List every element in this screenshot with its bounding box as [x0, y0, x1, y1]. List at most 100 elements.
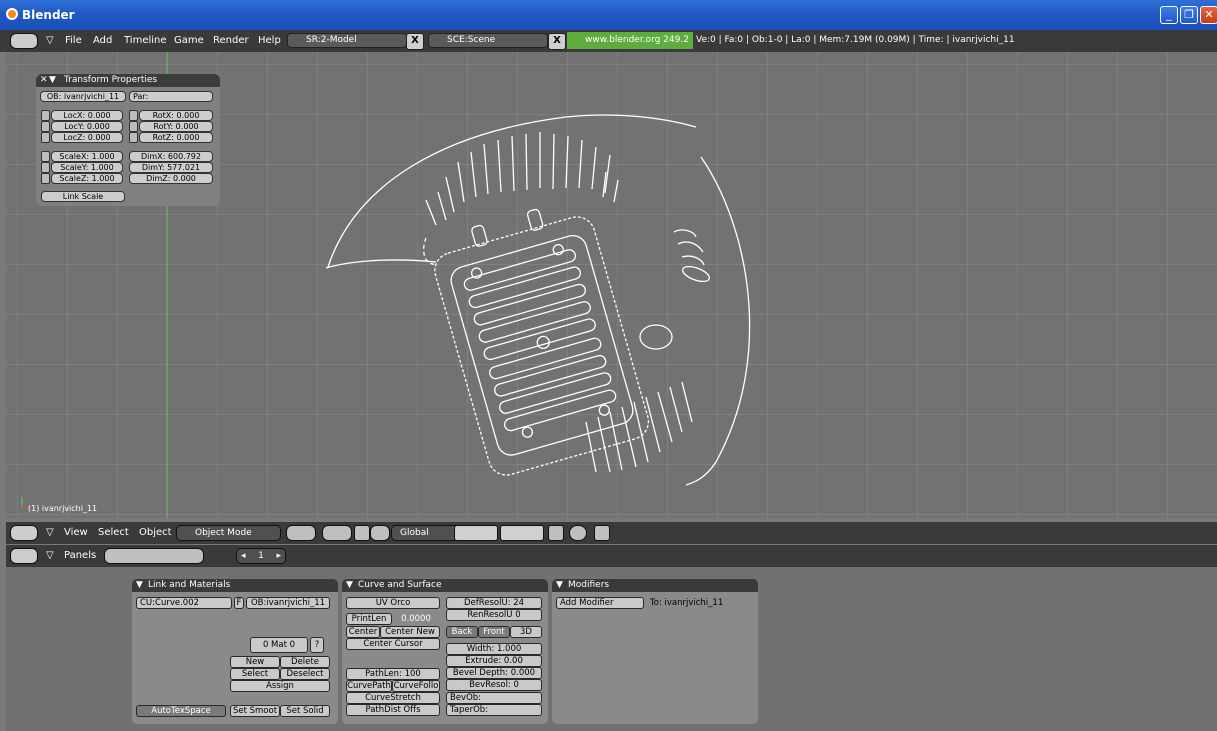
uv-orco-button[interactable]: UV Orco — [346, 597, 440, 609]
select-material-button[interactable]: Select — [230, 668, 280, 680]
orientation-selector[interactable]: Global — [391, 525, 463, 541]
lock-icon[interactable] — [129, 132, 138, 143]
bevel-depth-field[interactable]: Bevel Depth: 0.000 — [446, 667, 542, 679]
curvefollow-button[interactable]: CurveFollo — [392, 680, 440, 692]
set-smooth-button[interactable]: Set Smoot — [230, 705, 280, 717]
collapse-arrow-icon[interactable]: ▼ — [556, 579, 563, 592]
curvestretch-button[interactable]: CurveStretch — [346, 692, 440, 704]
view-window-type-icon[interactable] — [10, 525, 38, 541]
buttons-window-type-icon[interactable] — [10, 548, 38, 564]
curve-data-field[interactable]: CU:Curve.002 — [136, 597, 232, 609]
add-modifier-menu[interactable]: Add Modifier — [556, 597, 644, 609]
layer-buttons-1[interactable] — [454, 525, 498, 541]
menu-file[interactable]: File — [65, 35, 82, 46]
bevresol-field[interactable]: BevResol: 0 — [446, 679, 542, 691]
assign-material-button[interactable]: Assign — [230, 680, 330, 692]
pathlen-field[interactable]: PathLen: 100 — [346, 668, 440, 680]
dimy-field[interactable]: DimY: 577.021 — [129, 162, 213, 173]
menu-render[interactable]: Render — [213, 35, 249, 46]
lock-layers-icon[interactable] — [548, 525, 564, 541]
delete-material-button[interactable]: Delete — [280, 656, 330, 668]
context-tabs[interactable] — [104, 548, 204, 564]
taperob-field[interactable]: TaperOb: — [446, 704, 542, 716]
renresolu-field[interactable]: RenResolU 0 — [446, 609, 542, 621]
menu-game[interactable]: Game — [174, 35, 204, 46]
lock-icon[interactable] — [41, 110, 50, 121]
lock-icon[interactable] — [129, 110, 138, 121]
printlen-button[interactable]: PrintLen — [346, 613, 392, 625]
menu-add[interactable]: Add — [93, 35, 112, 46]
menu-timeline[interactable]: Timeline — [124, 35, 167, 46]
collapse-arrow-icon[interactable]: ▽ — [46, 35, 54, 46]
parent-field[interactable]: Par: — [129, 91, 213, 102]
menu-select[interactable]: Select — [98, 527, 129, 538]
fake-user-button[interactable]: F — [234, 597, 244, 609]
link-scale-button[interactable]: Link Scale — [41, 191, 125, 202]
info-window-type-icon[interactable] — [10, 33, 38, 49]
website-link[interactable]: www.blender.org 249.2 — [567, 32, 693, 49]
object-name-field[interactable]: OB: ivanrjvichi_11 — [40, 91, 126, 102]
width-field[interactable]: Width: 1.000 — [446, 643, 542, 655]
menu-view[interactable]: View — [64, 527, 88, 538]
front-toggle[interactable]: Front — [478, 626, 510, 638]
deselect-material-button[interactable]: Deselect — [280, 668, 330, 680]
curvepath-button[interactable]: CurvePath — [346, 680, 392, 692]
panels-label[interactable]: Panels — [64, 550, 96, 561]
collapse-arrow-icon[interactable]: ▼ — [136, 579, 143, 592]
pathdist-offs-button[interactable]: PathDist Offs — [346, 704, 440, 716]
scalex-field[interactable]: ScaleX: 1.000 — [51, 151, 123, 162]
delete-screen-button[interactable]: X — [406, 33, 424, 50]
back-toggle[interactable]: Back — [446, 626, 478, 638]
rotx-field[interactable]: RotX: 0.000 — [139, 110, 213, 121]
collapse-arrow-icon[interactable]: ▽ — [46, 527, 54, 538]
locx-field[interactable]: LocX: 0.000 — [51, 110, 123, 121]
roty-field[interactable]: RotY: 0.000 — [139, 121, 213, 132]
new-material-button[interactable]: New — [230, 656, 280, 668]
3d-toggle[interactable]: 3D — [510, 626, 542, 638]
camera-icon[interactable] — [594, 525, 610, 541]
lock-icon[interactable] — [41, 173, 50, 184]
manipulator-icon[interactable] — [370, 525, 390, 541]
dimz-field[interactable]: DimZ: 0.000 — [129, 173, 213, 184]
pivot-icon[interactable] — [322, 525, 352, 541]
locz-field[interactable]: LocZ: 0.000 — [51, 132, 123, 143]
autotexspace-toggle[interactable]: AutoTexSpace — [136, 705, 226, 717]
set-solid-button[interactable]: Set Solid — [280, 705, 330, 717]
lock-icon[interactable] — [41, 132, 50, 143]
lock-icon[interactable] — [41, 162, 50, 173]
defresolu-field[interactable]: DefResolU: 24 — [446, 597, 542, 609]
material-help-button[interactable]: ? — [310, 637, 324, 653]
menu-object[interactable]: Object — [139, 527, 172, 538]
rotz-field[interactable]: RotZ: 0.000 — [139, 132, 213, 143]
center-new-button[interactable]: Center New — [380, 626, 440, 638]
object-mode-selector[interactable]: Object Mode — [176, 525, 281, 541]
collapse-arrow-icon[interactable]: ▼ — [346, 579, 353, 592]
center-cursor-button[interactable]: Center Cursor — [346, 638, 440, 650]
minimize-icon[interactable]: _ — [1160, 6, 1178, 24]
snap-icon[interactable] — [354, 525, 370, 541]
restore-icon[interactable]: ❐ — [1180, 6, 1198, 24]
render-icon[interactable] — [569, 525, 587, 541]
lock-icon[interactable] — [41, 121, 50, 132]
draw-type-icon[interactable] — [286, 525, 316, 541]
scaley-field[interactable]: ScaleY: 1.000 — [51, 162, 123, 173]
extrude-field[interactable]: Extrude: 0.00 — [446, 655, 542, 667]
object-link-field[interactable]: OB:ivanrjvichi_11 — [246, 597, 330, 609]
layer-buttons-2[interactable] — [500, 525, 544, 541]
delete-scene-button[interactable]: X — [548, 33, 566, 50]
scalez-field[interactable]: ScaleZ: 1.000 — [51, 173, 123, 184]
screen-selector[interactable]: SR:2-Model — [287, 33, 407, 48]
center-button[interactable]: Center — [346, 626, 380, 638]
dimx-field[interactable]: DimX: 600.792 — [129, 151, 213, 162]
collapse-arrow-icon[interactable]: ▼ — [49, 74, 56, 87]
close-icon[interactable]: ✕ — [1200, 6, 1217, 24]
close-panel-icon[interactable]: ✕ — [40, 74, 48, 87]
frame-field[interactable]: ◂ 1 ▸ — [236, 548, 286, 564]
scene-selector[interactable]: SCE:Scene — [428, 33, 548, 48]
bevob-field[interactable]: BevOb: — [446, 692, 542, 704]
locy-field[interactable]: LocY: 0.000 — [51, 121, 123, 132]
material-index-field[interactable]: 0 Mat 0 — [250, 637, 308, 653]
collapse-arrow-icon[interactable]: ▽ — [46, 550, 54, 561]
menu-help[interactable]: Help — [258, 35, 281, 46]
lock-icon[interactable] — [129, 121, 138, 132]
